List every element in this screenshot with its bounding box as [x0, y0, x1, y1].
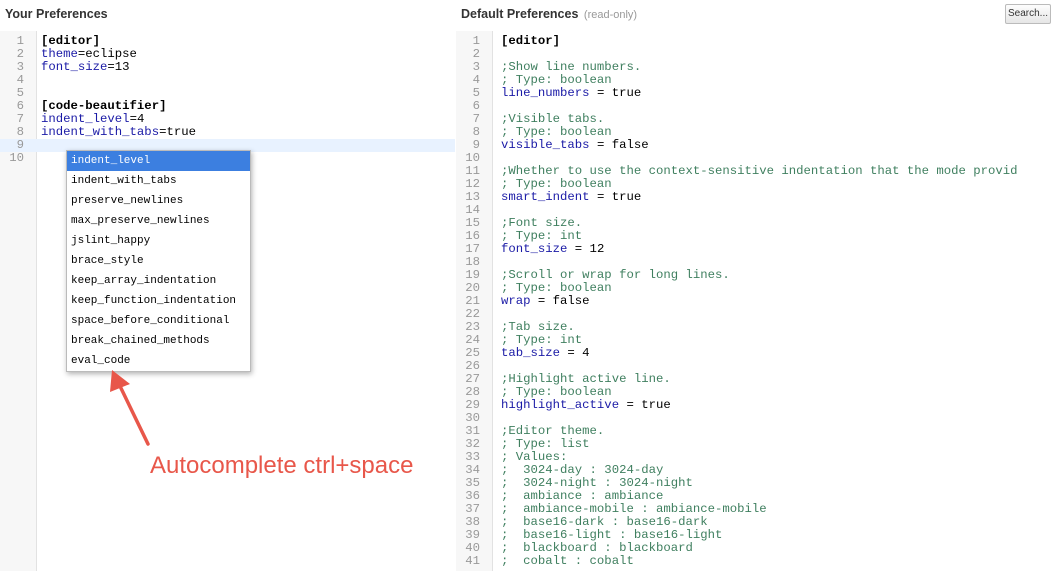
comment-text: ; ambiance-mobile : ambiance-mobile	[501, 502, 767, 516]
autocomplete-option[interactable]: break_chained_methods	[67, 331, 250, 351]
setting-value: = 4	[560, 346, 590, 360]
line-number: 41	[465, 554, 480, 568]
default-preferences-label: Default Preferences	[461, 7, 579, 21]
comment-text: ; Values:	[501, 450, 568, 464]
code-line[interactable]: 4	[0, 74, 455, 87]
code-line[interactable]: 17 font_size = 12	[456, 243, 1057, 256]
section-header: [editor]	[41, 34, 101, 48]
setting-key: theme	[41, 47, 78, 61]
comment-text: ;Whether to use the context-sensitive in…	[501, 164, 1018, 178]
setting-key: font_size	[501, 242, 568, 256]
code-line[interactable]: 1 [editor]	[456, 35, 1057, 48]
comment-text: ; blackboard : blackboard	[501, 541, 693, 555]
setting-value: = true	[619, 398, 671, 412]
line-number: 10	[9, 151, 24, 165]
comment-text: ;Show line numbers.	[501, 60, 642, 74]
line-code: ; cobalt : cobalt	[501, 555, 634, 568]
setting-value: =13	[107, 60, 130, 74]
comment-text: ; Type: int	[501, 229, 583, 243]
line-code: font_size=13	[41, 61, 130, 74]
comment-text: ; base16-dark : base16-dark	[501, 515, 708, 529]
comment-text: ;Font size.	[501, 216, 583, 230]
arrow-icon	[110, 370, 150, 446]
setting-key: line_numbers	[501, 86, 590, 100]
code-line[interactable]: 29 highlight_active = true	[456, 399, 1057, 412]
code-line[interactable]: 25 tab_size = 4	[456, 347, 1057, 360]
comment-text: ; Type: boolean	[501, 73, 612, 87]
code-line[interactable]: 8 indent_with_tabs=true	[0, 126, 455, 139]
line-code: tab_size = 4	[501, 347, 590, 360]
code-line[interactable]: 41 ; cobalt : cobalt	[456, 555, 1057, 568]
section-header: [editor]	[501, 34, 561, 48]
setting-value: = true	[589, 86, 642, 100]
line-code: highlight_active = true	[501, 399, 671, 412]
comment-text: ; Type: list	[501, 437, 590, 451]
autocomplete-dropdown[interactable]: indent_level indent_with_tabs preserve_new…	[66, 150, 251, 372]
your-preferences-title: Your Preferences	[5, 7, 108, 21]
code-line[interactable]: 5 line_numbers = true	[456, 87, 1057, 100]
default-preferences-title: Default Preferences (read-only)	[461, 7, 637, 21]
code-line[interactable]: 21 wrap = false	[456, 295, 1057, 308]
autocomplete-option[interactable]: indent_level	[67, 151, 250, 171]
setting-value: = false	[589, 138, 649, 152]
comment-text: ;Editor theme.	[501, 424, 605, 438]
code-line[interactable]: 9 visible_tabs = false	[456, 139, 1057, 152]
comment-text: ; Type: boolean	[501, 281, 612, 295]
setting-value: =4	[129, 112, 145, 126]
setting-key: smart_indent	[501, 190, 590, 204]
autocomplete-option[interactable]: keep_array_indentation	[67, 271, 250, 291]
comment-text: ; ambiance : ambiance	[501, 489, 664, 503]
setting-key: indent_level	[41, 112, 130, 126]
line-code: indent_with_tabs=true	[41, 126, 196, 139]
line-code: [editor]	[501, 35, 560, 48]
setting-value: =true	[159, 125, 196, 139]
comment-text: ;Tab size.	[501, 320, 575, 334]
comment-text: ; base16-light : base16-light	[501, 528, 723, 542]
comment-text: ;Scroll or wrap for long lines.	[501, 268, 730, 282]
comment-text: ;Visible tabs.	[501, 112, 605, 126]
comment-text: ; cobalt : cobalt	[501, 554, 634, 568]
setting-key: indent_with_tabs	[41, 125, 160, 139]
autocomplete-option[interactable]: indent_with_tabs	[67, 171, 250, 191]
section-header: [code-beautifier]	[41, 99, 167, 113]
setting-key: visible_tabs	[501, 138, 590, 152]
autocomplete-option[interactable]: space_before_conditional	[67, 311, 250, 331]
autocomplete-option[interactable]: jslint_happy	[67, 231, 250, 251]
setting-value: = 12	[567, 242, 605, 256]
annotation-label: Autocomplete ctrl+space	[150, 452, 414, 479]
setting-key: highlight_active	[501, 398, 620, 412]
setting-value: = true	[589, 190, 642, 204]
header: Your Preferences Default Preferences (re…	[0, 0, 1057, 30]
read-only-note: (read-only)	[583, 9, 638, 21]
line-code: font_size = 12	[501, 243, 604, 256]
comment-text: ; 3024-night : 3024-night	[501, 476, 693, 490]
line-code: smart_indent = true	[501, 191, 641, 204]
autocomplete-option[interactable]: keep_function_indentation	[67, 291, 250, 311]
setting-key: tab_size	[501, 346, 561, 360]
code-line[interactable]: 3 font_size=13	[0, 61, 455, 74]
comment-text: ; 3024-day : 3024-day	[501, 463, 664, 477]
line-code: wrap = false	[501, 295, 590, 308]
code-line[interactable]: 13 smart_indent = true	[456, 191, 1057, 204]
comment-text: ; Type: boolean	[501, 125, 612, 139]
comment-text: ; Type: boolean	[501, 177, 612, 191]
line-code: line_numbers = true	[501, 87, 641, 100]
comment-text: ;Highlight active line.	[501, 372, 671, 386]
line-code: visible_tabs = false	[501, 139, 649, 152]
autocomplete-option[interactable]: max_preserve_newlines	[67, 211, 250, 231]
setting-key: wrap	[501, 294, 531, 308]
autocomplete-option[interactable]: preserve_newlines	[67, 191, 250, 211]
setting-key: font_size	[41, 60, 108, 74]
setting-value: =eclipse	[77, 47, 137, 61]
comment-text: ; Type: int	[501, 333, 583, 347]
comment-text: ; Type: boolean	[501, 385, 612, 399]
setting-value: = false	[530, 294, 590, 308]
search-button[interactable]: Search...	[1005, 4, 1051, 24]
default-preferences-editor[interactable]: 1 [editor] 2 3 ;Show line numbers. 4; Type: b…	[456, 31, 1057, 571]
autocomplete-option[interactable]: eval_code	[67, 351, 250, 371]
autocomplete-option[interactable]: brace_style	[67, 251, 250, 271]
